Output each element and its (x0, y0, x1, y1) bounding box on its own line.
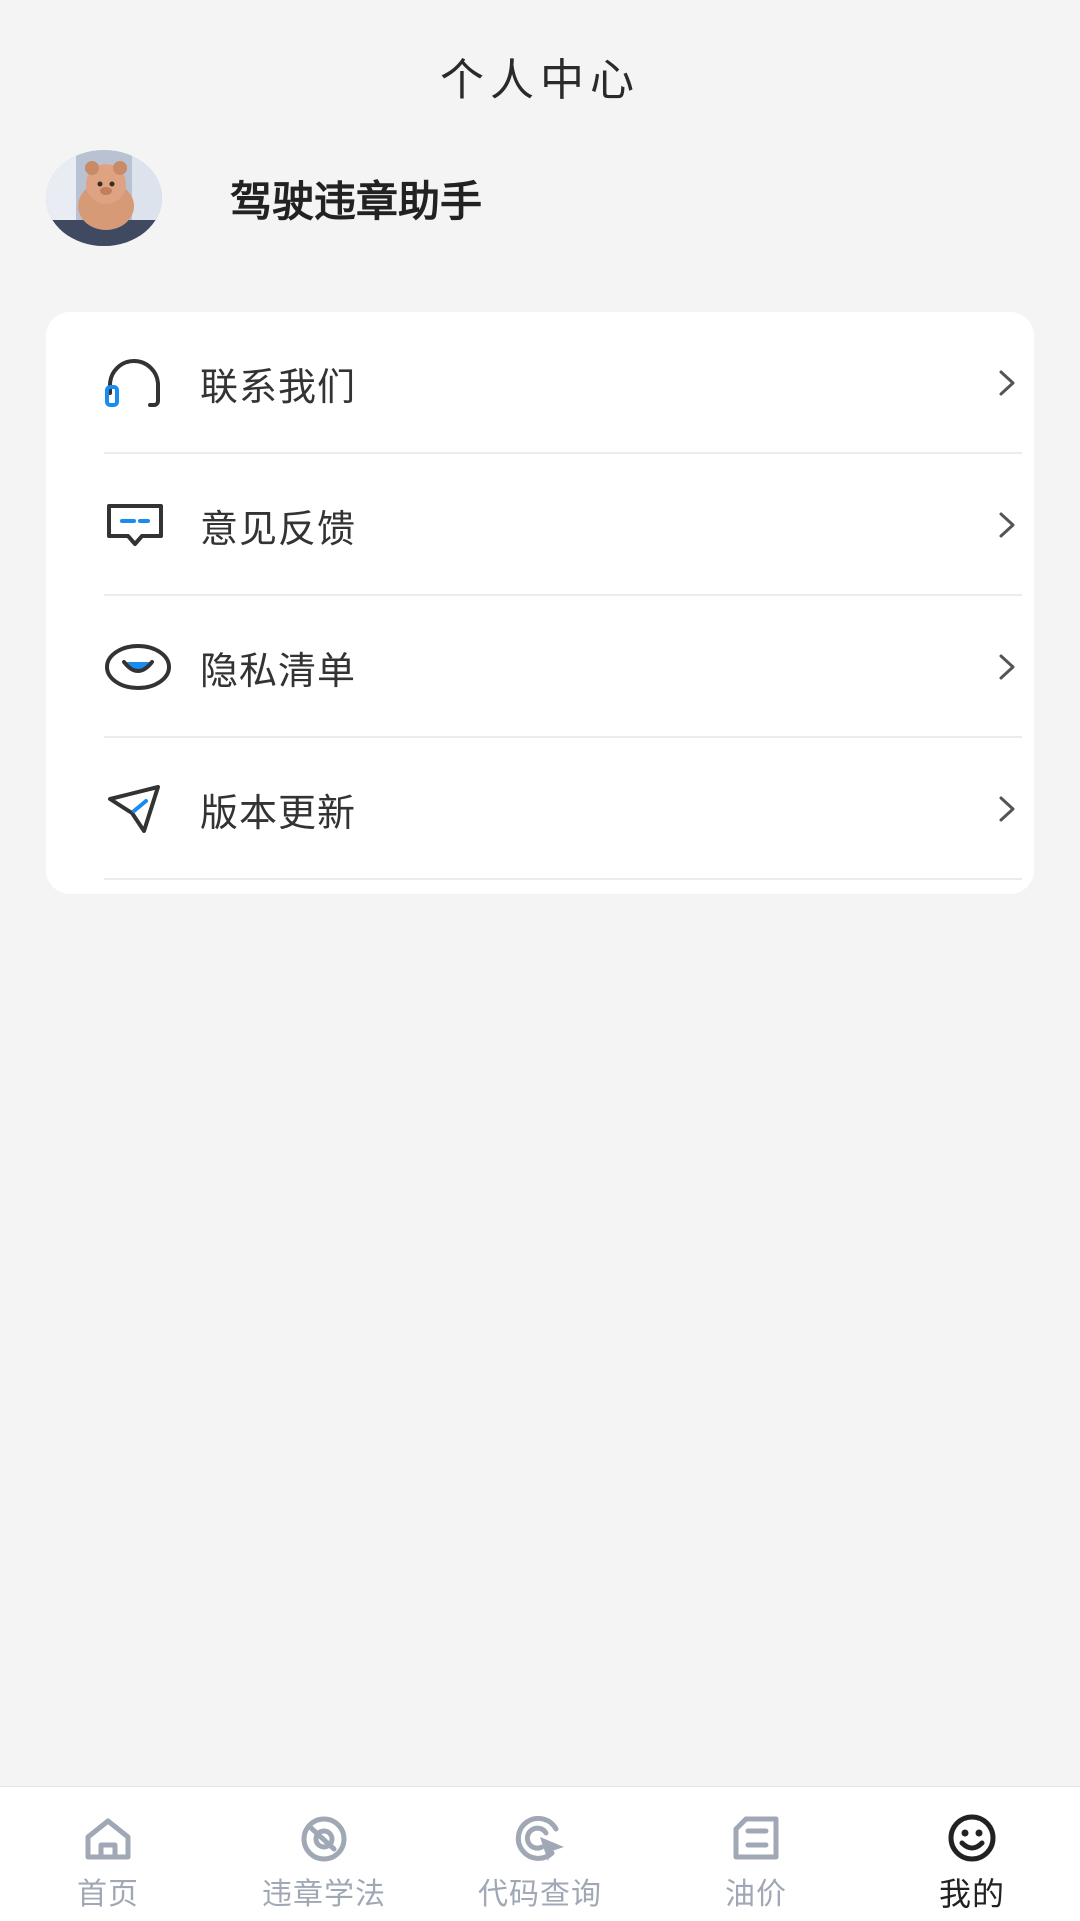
feedback-icon (104, 497, 172, 553)
bottom-tab-bar: 首页 违章学法 代码查询 油价 我的 (0, 1786, 1080, 1921)
menu-item-label: 版本更新 (200, 790, 357, 835)
headset-icon (104, 355, 172, 411)
profile-name: 驾驶违章助手 (230, 176, 483, 226)
tab-mine[interactable]: 我的 (864, 1787, 1080, 1921)
profile-smile-icon (948, 1814, 996, 1862)
paper-plane-icon (104, 781, 172, 837)
privacy-eye-icon (104, 639, 172, 695)
tab-fuel-price[interactable]: 油价 (648, 1787, 864, 1921)
page-title: 个人中心 (440, 55, 640, 106)
menu-item-label: 联系我们 (200, 364, 357, 409)
tab-code-query[interactable]: 代码查询 (432, 1787, 648, 1921)
search-code-icon (515, 1815, 564, 1861)
home-icon (85, 1818, 131, 1860)
tab-label: 我的 (938, 1875, 1005, 1913)
tab-label: 油价 (725, 1877, 787, 1912)
menu-card: 联系我们 意见反馈 隐私清单 版本更新 (46, 312, 1034, 894)
chevron-right-icon (999, 796, 1015, 822)
chevron-right-icon (999, 512, 1015, 538)
tab-label: 首页 (77, 1877, 139, 1912)
study-icon (301, 1816, 347, 1862)
menu-item-feedback[interactable]: 意见反馈 (104, 454, 1022, 596)
tab-violation-study[interactable]: 违章学法 (216, 1787, 432, 1921)
divider (104, 878, 1022, 880)
tab-label: 违章学法 (262, 1877, 386, 1912)
chevron-right-icon (999, 370, 1015, 396)
menu-item-privacy-list[interactable]: 隐私清单 (104, 596, 1022, 738)
menu-item-contact-us[interactable]: 联系我们 (104, 312, 1022, 454)
menu-item-label: 意见反馈 (200, 506, 357, 551)
tab-label: 代码查询 (478, 1877, 602, 1912)
fuel-price-icon (733, 1816, 779, 1860)
tab-home[interactable]: 首页 (0, 1787, 216, 1921)
menu-item-version-update[interactable]: 版本更新 (104, 738, 1022, 880)
avatar[interactable] (46, 150, 162, 246)
chevron-right-icon (999, 654, 1015, 680)
profile-header: 驾驶违章助手 (46, 150, 482, 246)
menu-item-label: 隐私清单 (200, 648, 357, 693)
